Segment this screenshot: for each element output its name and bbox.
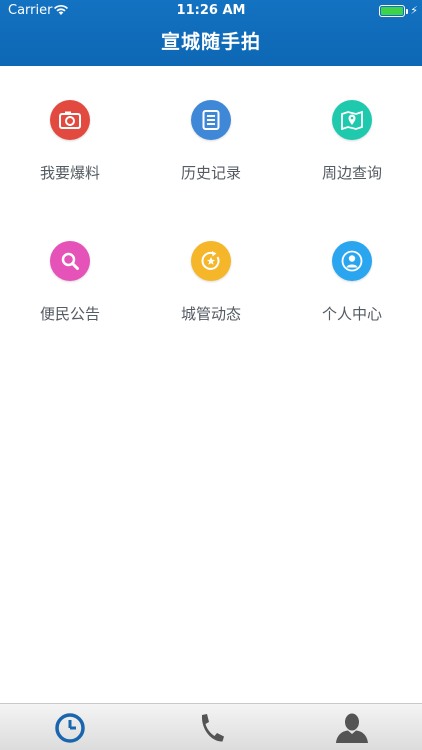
menu-item-label: 周边查询	[321, 164, 382, 182]
phone-icon	[201, 713, 224, 742]
map-pin-icon	[332, 100, 372, 140]
menu-item-label: 我要爆料	[39, 164, 100, 182]
battery-icon	[379, 5, 408, 17]
app-header: Carrier 11:26 AM ⚡ 宣城随手拍	[0, 0, 422, 66]
menu-item-label: 历史记录	[180, 164, 241, 182]
search-icon	[50, 241, 90, 281]
menu-item-label: 便民公告	[39, 305, 100, 323]
tab-bar	[0, 703, 422, 750]
tab-profile[interactable]	[282, 704, 422, 750]
tab-history[interactable]	[0, 704, 140, 750]
menu-item-report[interactable]: 我要爆料	[0, 100, 140, 220]
star-refresh-icon	[191, 241, 231, 281]
status-bar: Carrier 11:26 AM ⚡	[0, 0, 422, 22]
camera-icon	[50, 100, 90, 140]
menu-item-history[interactable]: 历史记录	[141, 100, 281, 220]
menu-item-news[interactable]: 城管动态	[141, 241, 281, 361]
menu-item-label: 个人中心	[321, 305, 382, 323]
menu-item-notices[interactable]: 便民公告	[0, 241, 140, 361]
charging-bolt-icon: ⚡	[410, 4, 418, 17]
tab-phone[interactable]	[141, 704, 281, 750]
user-icon	[332, 241, 372, 281]
status-time: 11:26 AM	[176, 3, 246, 18]
person-icon	[336, 713, 368, 743]
page-title: 宣城随手拍	[160, 31, 261, 53]
menu-item-nearby[interactable]: 周边查询	[282, 100, 422, 220]
document-icon	[191, 100, 231, 140]
menu-item-label: 城管动态	[180, 305, 241, 323]
clock-icon	[55, 712, 85, 743]
menu-item-profile[interactable]: 个人中心	[282, 241, 422, 361]
